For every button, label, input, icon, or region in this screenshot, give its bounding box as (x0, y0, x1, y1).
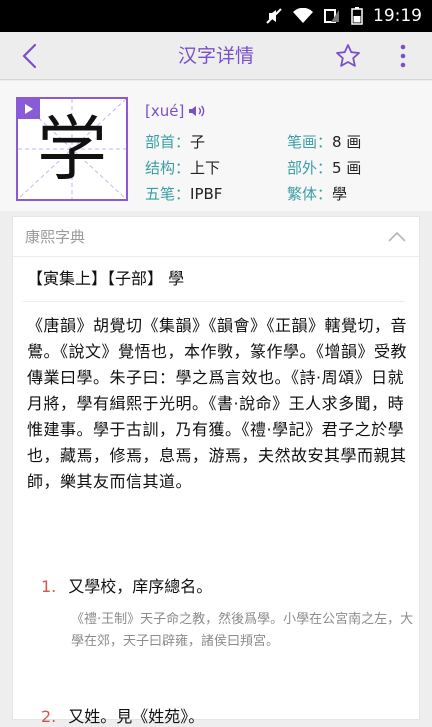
definition-item: 1. 又學校，庠序總名。 (41, 573, 212, 597)
wubi-label: 五笔： (145, 185, 191, 203)
kangxi-card-header[interactable]: 康熙字典 (13, 217, 419, 257)
radical-label: 部首： (145, 133, 191, 151)
wubi-row: 五笔：IPBF (145, 183, 222, 204)
outer-strokes-label: 部外： (287, 159, 333, 177)
kangxi-heading: 【寅集上】【子部】 學 (27, 269, 185, 288)
traditional-label: 繁体： (287, 185, 333, 203)
divider (23, 301, 405, 302)
more-options-button[interactable] (388, 36, 418, 76)
more-vert-icon (400, 44, 406, 68)
traditional-value: 學 (332, 185, 348, 203)
status-bar: 19:19 (0, 0, 432, 32)
play-icon (25, 104, 33, 114)
outer-strokes-row: 部外：5 画 (287, 157, 361, 178)
collapse-button[interactable] (385, 225, 409, 249)
radical-row: 部首：子 (145, 131, 205, 152)
structure-value: 上下 (190, 159, 221, 177)
strokes-value: 8 画 (332, 133, 362, 151)
definition-item: 2. 又姓。見《姓苑》。 (41, 703, 204, 727)
speaker-icon (189, 105, 205, 117)
kangxi-card-title: 康熙字典 (25, 228, 86, 246)
wubi-value: IPBF (190, 185, 223, 203)
favorite-button[interactable] (328, 36, 368, 76)
definition-number: 1. (41, 577, 57, 596)
pinyin[interactable]: [xué] (145, 102, 206, 120)
kangxi-body: 《唐韻》胡覺切《集韻》《韻會》《正韻》轄覺切，音鷽。《說文》覺悟也，本作斆，篆作… (27, 316, 408, 491)
pinyin-text: [xué] (145, 102, 185, 120)
play-stroke-button[interactable] (18, 99, 40, 119)
radical-value: 子 (190, 133, 206, 151)
outer-strokes-value: 5 画 (332, 159, 362, 177)
battery-icon (351, 7, 363, 25)
kangxi-card: 康熙字典 【寅集上】【子部】 學 《唐韻》胡覺切《集韻》《韻會》《正韻》轄覺切，… (12, 216, 420, 726)
structure-row: 结构：上下 (145, 157, 220, 178)
strokes-row: 笔画：8 画 (287, 131, 361, 152)
definition-quote: 《禮·王制》天子命之教，然後爲學。小學在公宮南之左，大學在郊，天子曰辟雍，諸侯曰… (71, 612, 414, 649)
back-button[interactable] (10, 36, 50, 76)
chevron-left-icon (22, 43, 37, 69)
character-box: 学 (16, 97, 128, 201)
definition-number: 2. (41, 707, 57, 726)
strokes-label: 笔画： (287, 133, 333, 151)
definition-text: 又姓。見《姓苑》。 (68, 707, 205, 726)
chevron-up-icon (388, 231, 406, 242)
star-icon (336, 44, 360, 67)
definition-text: 又學校，庠序總名。 (68, 577, 213, 596)
signal-icon (323, 8, 341, 24)
app-bar: 汉字详情 (0, 32, 432, 80)
wifi-icon (293, 8, 313, 24)
status-time: 19:19 (373, 6, 422, 26)
structure-label: 结构： (145, 159, 191, 177)
mute-icon (265, 7, 283, 25)
traditional-row: 繁体：學 (287, 183, 347, 204)
